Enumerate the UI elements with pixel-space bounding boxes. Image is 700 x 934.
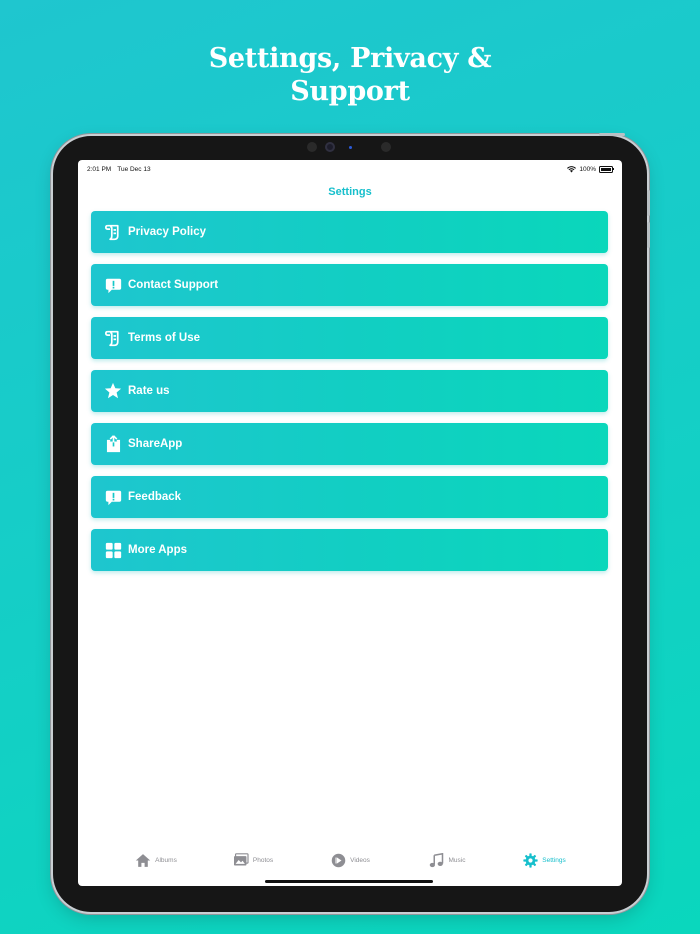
headline-line-2: Support: [290, 76, 410, 107]
scroll-icon: [103, 328, 123, 348]
play-circle-icon: [330, 852, 346, 868]
tab-bar: Albums Photos Videos Music Settings: [78, 848, 622, 872]
gear-icon: [522, 852, 538, 868]
tablet-device-frame: 2:01 PM Tue Dec 13 100% Settings Privacy…: [53, 133, 650, 912]
home-indicator[interactable]: [265, 880, 433, 883]
menu-label: Rate us: [128, 385, 170, 397]
status-bar: 2:01 PM Tue Dec 13 100%: [87, 164, 614, 174]
wifi-icon: [567, 165, 577, 172]
scroll-icon: [103, 222, 123, 242]
tab-photos[interactable]: Photos: [205, 848, 302, 872]
house-icon: [135, 852, 151, 868]
status-time: 2:01 PM: [87, 165, 112, 173]
tab-label: Albums: [155, 856, 177, 864]
sensor-dot-right: [381, 142, 391, 152]
sensor-indicator: [349, 146, 352, 149]
menu-label: Privacy Policy: [128, 226, 206, 238]
tab-label: Photos: [252, 856, 274, 864]
tab-videos[interactable]: Videos: [302, 848, 399, 872]
menu-item-terms-of-use[interactable]: Terms of Use: [91, 317, 608, 359]
tab-label: Videos: [350, 856, 370, 864]
menu-item-contact-support[interactable]: Contact Support: [91, 264, 608, 306]
menu-item-more-apps[interactable]: More Apps: [91, 529, 608, 571]
battery-icon: [599, 165, 614, 173]
promo-headline: Settings, Privacy & Support: [0, 42, 700, 108]
share-icon: [103, 434, 123, 454]
tab-music[interactable]: Music: [399, 848, 496, 872]
menu-item-privacy-policy[interactable]: Privacy Policy: [91, 211, 608, 253]
tab-settings[interactable]: Settings: [496, 848, 593, 872]
camera-lens: [325, 142, 335, 152]
menu-label: Feedback: [128, 491, 182, 503]
menu-item-share-app[interactable]: ShareApp: [91, 423, 608, 465]
exclamation-bubble-icon: [103, 487, 123, 507]
menu-label: Terms of Use: [128, 332, 201, 344]
sensor-dot: [307, 142, 317, 152]
battery-percent: 100%: [579, 165, 596, 173]
music-note-icon: [429, 852, 445, 868]
menu-label: Contact Support: [128, 279, 219, 291]
tab-albums[interactable]: Albums: [108, 848, 205, 872]
tab-label: Settings: [542, 856, 566, 864]
tab-label: Music: [448, 856, 466, 864]
exclamation-bubble-icon: [103, 275, 123, 295]
status-date: Tue Dec 13: [117, 165, 151, 173]
top-button: [599, 133, 625, 136]
star-icon: [103, 381, 123, 401]
grid-icon: [103, 540, 123, 560]
app-screen: 2:01 PM Tue Dec 13 100% Settings Privacy…: [78, 160, 622, 886]
headline-line-1: Settings, Privacy &: [208, 43, 492, 74]
menu-item-rate-us[interactable]: Rate us: [91, 370, 608, 412]
volume-up-button: [647, 190, 650, 216]
menu-label: ShareApp: [128, 438, 183, 450]
settings-menu: Privacy Policy Contact Support Terms of …: [91, 211, 608, 582]
menu-item-feedback[interactable]: Feedback: [91, 476, 608, 518]
menu-label: More Apps: [128, 544, 187, 556]
page-title: Settings: [328, 186, 372, 198]
volume-down-button: [647, 222, 650, 248]
photos-icon: [233, 852, 249, 868]
